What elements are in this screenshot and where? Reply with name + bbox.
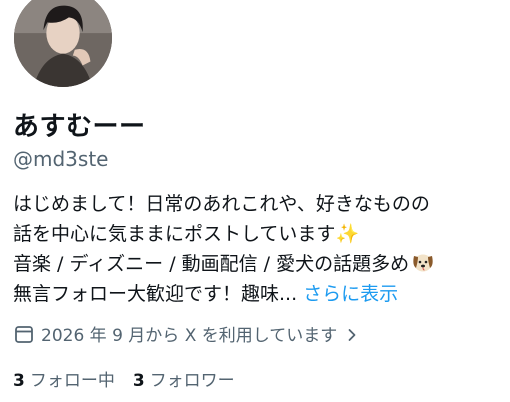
followers-label: フォロワー xyxy=(149,371,235,391)
bio-line-1: はじめまして！日常のあれこれや、好きなものの xyxy=(13,193,430,215)
bio-line-2: 話を中心に気ままにポストしています✨ xyxy=(13,219,501,249)
following-label: フォロー中 xyxy=(29,371,115,391)
sparkles-icon: ✨ xyxy=(335,223,360,245)
joined-date[interactable]: 2026 年 9 月から X を利用しています xyxy=(13,321,359,346)
avatar[interactable] xyxy=(11,0,115,90)
joined-text: 2026 年 9 月から X を利用しています xyxy=(41,326,338,346)
followers-link[interactable]: 3 フォロワー xyxy=(133,366,235,391)
avatar-photo xyxy=(14,0,112,87)
following-count: 3 xyxy=(13,371,25,391)
following-link[interactable]: 3 フォロー中 xyxy=(13,366,115,391)
follow-stats: 3 フォロー中 3 フォロワー xyxy=(13,366,235,391)
followers-count: 3 xyxy=(132,371,145,391)
chevron-right-icon xyxy=(345,327,359,341)
bio-line-3-text: 音楽 / ディズニー / 動画配信 / 愛犬の話題多め xyxy=(13,253,410,275)
bio-line-2-text: 話を中心に気ままにポストしています xyxy=(13,223,336,245)
bio-line-4: 無言フォロー大歓迎です！趣味... さらに表示 xyxy=(13,279,501,309)
calendar-icon xyxy=(13,323,35,345)
profile-header: あすむーー @md3ste はじめまして！日常のあれこれや、好きなものの 話を中… xyxy=(0,0,510,402)
profile-bio: はじめまして！日常のあれこれや、好きなものの 話を中心に気ままにポストしています… xyxy=(13,189,501,309)
user-handle: @md3ste xyxy=(13,147,109,171)
show-more-link[interactable]: さらに表示 xyxy=(303,283,398,305)
bio-line-3: 音楽 / ディズニー / 動画配信 / 愛犬の話題多め xyxy=(13,249,501,279)
bio-line-4-text: 無言フォロー大歓迎です！趣味... xyxy=(13,283,298,305)
display-name: あすむーー xyxy=(13,112,146,142)
dog-face-icon xyxy=(411,251,435,273)
